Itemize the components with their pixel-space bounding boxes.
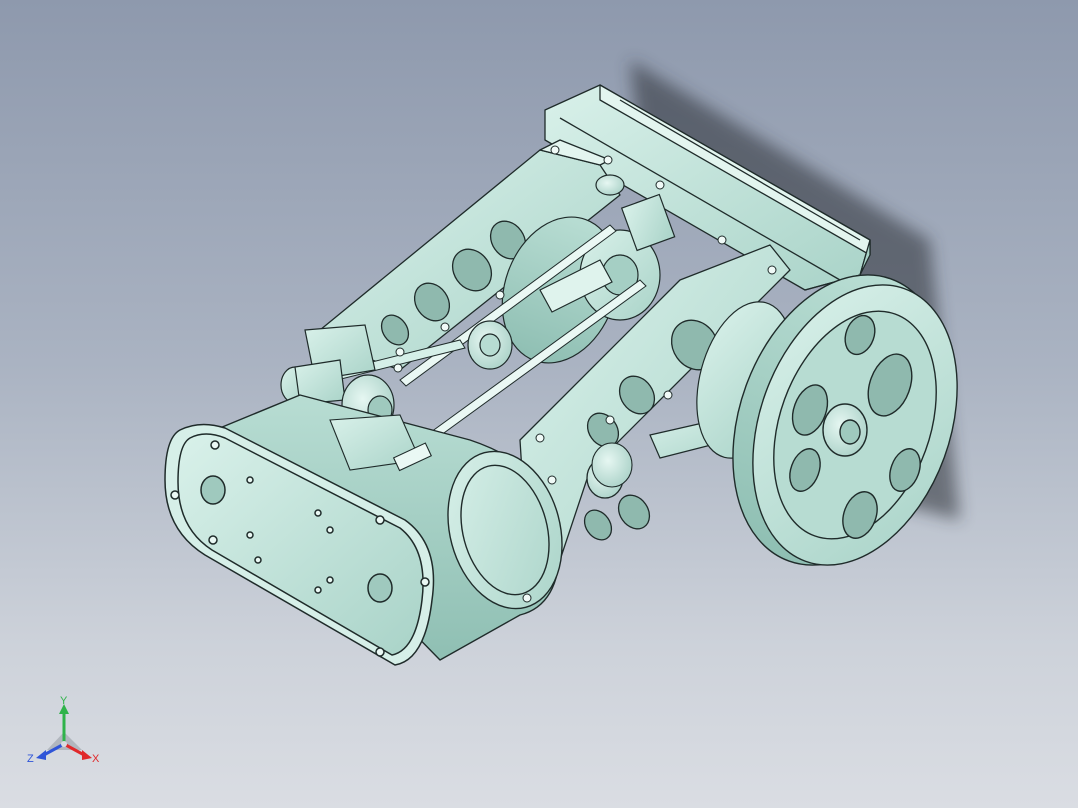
coordinate-triad-icon: Y X Z bbox=[27, 695, 100, 765]
steam-engine-model[interactable] bbox=[0, 0, 1078, 808]
triad-x-label: X bbox=[92, 753, 100, 765]
triad-z-label: Z bbox=[27, 753, 34, 765]
triad-y-label: Y bbox=[60, 695, 68, 707]
graphics-viewport[interactable]: Y X Z bbox=[0, 0, 1078, 808]
